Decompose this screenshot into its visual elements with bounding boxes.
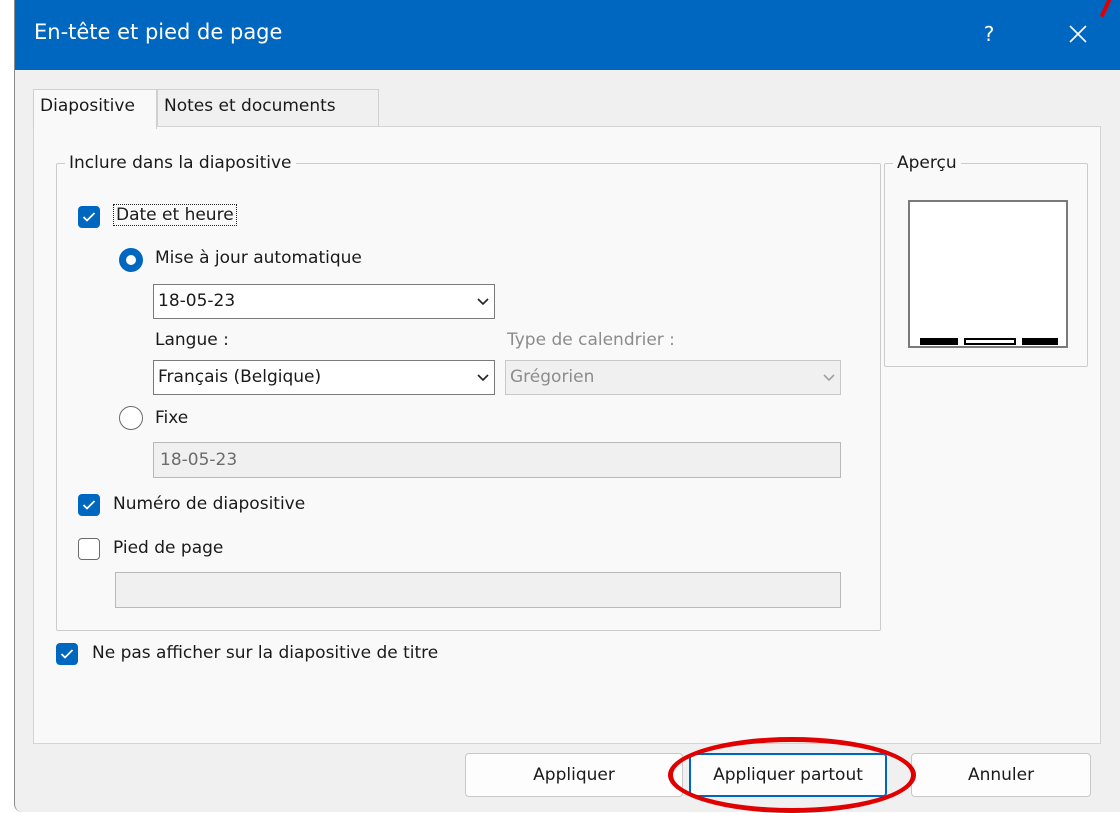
footer-label[interactable]: Pied de page (113, 538, 223, 558)
auto-update-label[interactable]: Mise à jour automatique (155, 248, 362, 268)
tab-panel-diapositive: Inclure dans la diapositive Date et heur… (33, 126, 1101, 744)
help-button[interactable]: ? (966, 12, 1012, 56)
footer-checkbox[interactable] (78, 538, 100, 560)
include-group: Inclure dans la diapositive Date et heur… (56, 153, 881, 631)
tab-notes-documents[interactable]: Notes et documents (157, 89, 379, 127)
date-format-select[interactable]: 18-05-23 (153, 284, 495, 319)
calendar-type-value: Grégorien (510, 367, 595, 387)
slide-preview (908, 200, 1068, 348)
apply-all-button[interactable]: Appliquer partout (689, 753, 887, 797)
calendar-type-label: Type de calendrier : (507, 330, 675, 350)
cancel-button[interactable]: Annuler (911, 753, 1091, 797)
fixed-date-input: 18-05-23 (153, 442, 841, 478)
date-time-checkbox[interactable] (78, 206, 100, 228)
language-label: Langue : (155, 330, 229, 350)
date-format-value: 18-05-23 (158, 291, 236, 311)
footer-text-input (115, 572, 841, 608)
hide-on-title-label[interactable]: Ne pas afficher sur la diapositive de ti… (92, 643, 438, 663)
preview-footer-placeholder (964, 338, 1016, 345)
checkmark-icon (82, 212, 96, 222)
date-time-label[interactable]: Date et heure (113, 204, 237, 226)
close-icon (1069, 25, 1087, 43)
help-icon: ? (983, 22, 995, 46)
chevron-down-icon (476, 293, 490, 311)
tab-label: Notes et documents (164, 96, 336, 116)
close-button[interactable] (1055, 12, 1101, 56)
tab-diapositive[interactable]: Diapositive (33, 89, 157, 129)
language-value: Français (Belgique) (158, 367, 322, 387)
calendar-type-select: Grégorien (505, 360, 841, 395)
checkmark-icon (60, 649, 74, 659)
header-footer-dialog: En-tête et pied de page ? Diapositive No… (14, 0, 1120, 812)
slide-number-label[interactable]: Numéro de diapositive (113, 494, 305, 514)
preview-legend: Aperçu (893, 153, 961, 173)
preview-date-placeholder (920, 338, 958, 345)
apply-button[interactable]: Appliquer (465, 753, 683, 797)
dialog-title: En-tête et pied de page (34, 20, 283, 44)
slide-number-checkbox[interactable] (78, 494, 100, 516)
apply-all-button-label: Appliquer partout (713, 765, 863, 785)
fixed-label[interactable]: Fixe (155, 408, 188, 428)
cancel-button-label: Annuler (967, 765, 1035, 785)
checkmark-icon (82, 500, 96, 510)
title-bar: En-tête et pied de page ? (15, 0, 1120, 70)
apply-button-label: Appliquer (533, 765, 615, 785)
auto-update-radio[interactable] (119, 248, 143, 272)
preview-group: Aperçu (884, 153, 1088, 367)
language-select[interactable]: Français (Belgique) (153, 360, 495, 395)
tab-label: Diapositive (40, 96, 135, 116)
chevron-down-icon (476, 369, 490, 387)
include-group-legend: Inclure dans la diapositive (65, 153, 296, 173)
chevron-down-icon (822, 369, 836, 387)
fixed-radio[interactable] (119, 406, 143, 430)
fixed-date-value: 18-05-23 (160, 450, 238, 470)
hide-on-title-checkbox[interactable] (56, 643, 78, 665)
preview-number-placeholder (1022, 338, 1058, 345)
